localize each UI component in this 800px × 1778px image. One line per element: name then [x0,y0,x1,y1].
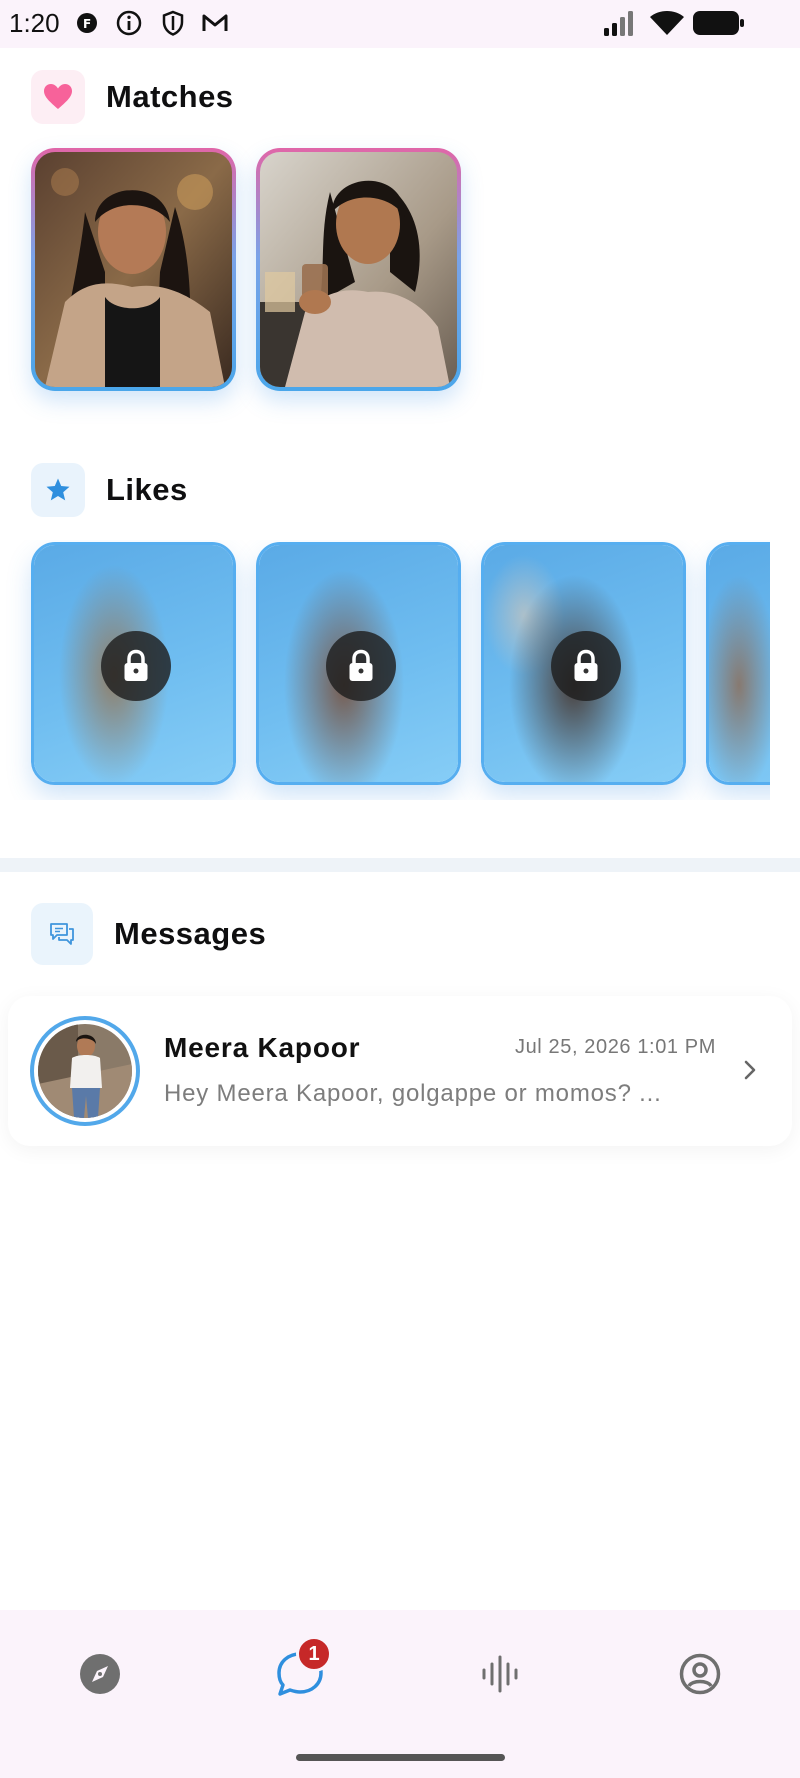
like-card-2[interactable] [256,542,461,785]
like-card-3[interactable] [481,542,686,785]
battery-icon [693,11,744,35]
match-photo-1 [35,152,232,387]
wifi-icon [650,11,684,35]
messages-title: Messages [114,916,267,951]
status-time: 1:20 [9,8,60,38]
message-timestamp: Jul 25, 2026 1:01 PM [514,1036,716,1058]
match-card-1[interactable] [31,148,236,391]
gmail-icon [202,14,228,31]
nav-discover[interactable] [70,1644,130,1704]
info-icon [116,10,142,36]
match-photo-2 [260,152,457,387]
like-card-4[interactable] [706,542,770,785]
likes-title: Likes [106,472,188,507]
section-divider [0,858,800,872]
likes-header: Likes [31,463,188,517]
lock-icon [101,631,171,701]
app-icon: F [77,13,97,33]
message-sender-name: Meera Kapoor [164,1032,361,1063]
svg-text:F: F [83,17,91,31]
message-preview: Hey Meera Kapoor, golgappe or momos? ... [164,1080,662,1107]
bottom-nav: 1 [0,1610,800,1778]
signal-icon [604,11,633,36]
like-card-1[interactable] [31,542,236,785]
home-indicator[interactable] [296,1754,505,1761]
compass-icon [80,1654,120,1694]
notification-badge: 1 [296,1636,332,1672]
message-row[interactable]: Meera Kapoor Jul 25, 2026 1:01 PM Hey Me… [8,996,792,1146]
voice-icon [482,1655,518,1693]
profile-icon [679,1653,721,1695]
lock-icon [326,631,396,701]
likes-strip[interactable] [0,540,770,800]
avatar [30,1016,140,1126]
status-bar: 1:20 F [0,0,800,48]
star-icon [31,463,85,517]
match-card-2[interactable] [256,148,461,391]
matches-title: Matches [106,79,234,114]
nav-profile[interactable] [670,1644,730,1704]
lock-icon [551,631,621,701]
shield-icon [162,10,184,36]
chevron-right-icon [744,1060,756,1080]
chat-icon [31,903,93,965]
matches-header: Matches [31,70,234,124]
messages-header: Messages [31,903,266,965]
nav-voice[interactable] [470,1644,530,1704]
heart-icon [31,70,85,124]
